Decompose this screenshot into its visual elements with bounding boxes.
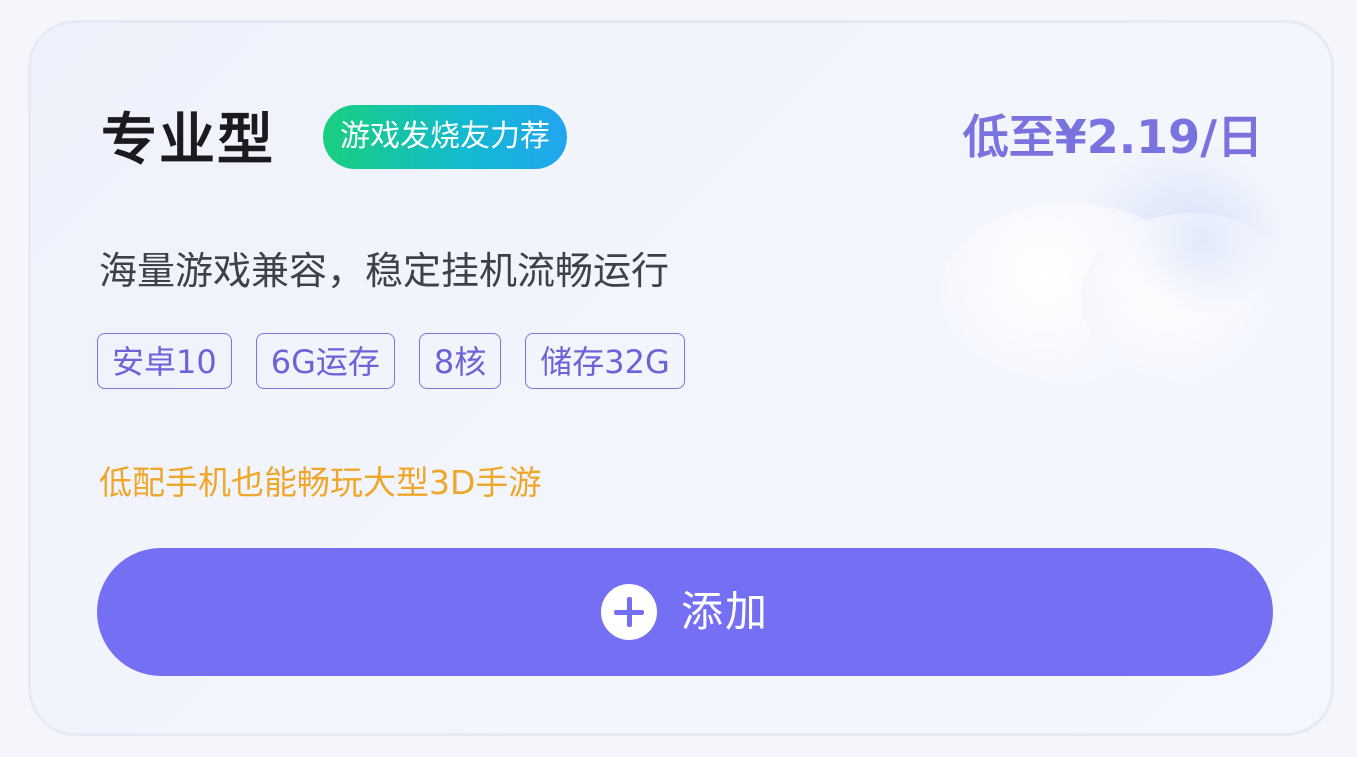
add-button[interactable]: 添加: [97, 548, 1273, 676]
plan-title: 专业型: [101, 108, 275, 173]
add-button-label: 添加: [680, 587, 769, 636]
plan-highlight: 低配手机也能畅玩大型3D手游: [99, 463, 542, 502]
spec-tag-storage: 储存32G: [525, 333, 685, 389]
plan-card: 专业型 游戏发烧友力荐 低至¥2.19/日 海量游戏兼容，稳定挂机流畅运行 安卓…: [28, 20, 1334, 736]
plus-circle-icon: [600, 584, 657, 640]
spec-tag-os: 安卓10: [97, 333, 232, 389]
recommend-badge: 游戏发烧友力荐: [323, 105, 567, 169]
spec-tag-ram: 6G运存: [255, 333, 395, 389]
spec-tags: 安卓10 6G运存 8核 储存32G: [97, 333, 685, 389]
plan-description: 海量游戏兼容，稳定挂机流畅运行: [99, 249, 670, 293]
cloud-icon: [921, 133, 1301, 383]
plan-price: 低至¥2.19/日: [962, 110, 1263, 164]
spec-tag-cores: 8核: [418, 333, 502, 389]
